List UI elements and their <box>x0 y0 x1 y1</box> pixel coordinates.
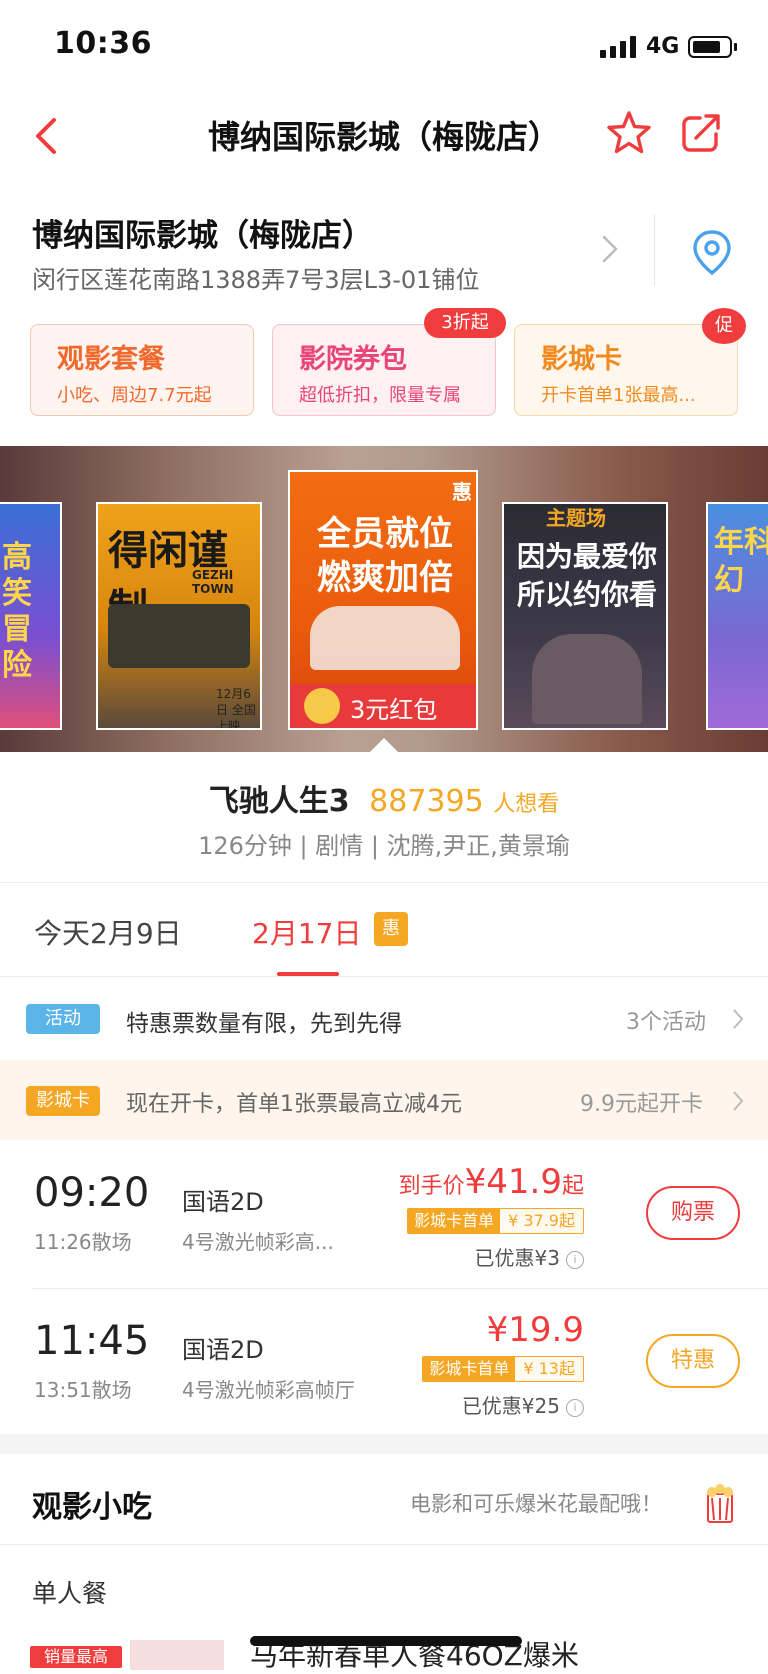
showtime-price: ¥19.9 <box>487 1310 584 1350</box>
activity-count[interactable]: 3个活动 <box>626 1004 706 1036</box>
showtime-end: 11:26散场 <box>34 1230 132 1254</box>
poster-movie-active[interactable]: 惠 全员就位 燃爽加倍 3元红包 <box>288 470 478 730</box>
card-price-value: ¥ 13起 <box>515 1357 583 1381</box>
card-price-label: 影城卡首单 <box>423 1357 516 1381</box>
promo-card-combo[interactable]: 观影套餐 小吃、周边7.7元起 <box>30 324 254 416</box>
showtime-start: 09:20 <box>34 1170 150 1216</box>
poster-movie-left[interactable]: 高笑冒险 <box>0 502 62 730</box>
movie-name: 飞驰人生3 <box>208 784 350 819</box>
showtime-language: 国语2D <box>182 1336 264 1364</box>
tab-date-today[interactable]: 今天2月9日 <box>34 912 182 952</box>
location-pin-icon[interactable] <box>690 228 734 276</box>
price-prefix: 到手价 <box>398 1174 465 1199</box>
poster-art <box>108 604 250 668</box>
poster-movie-gezhi[interactable]: 得闲谨制 GEZHI TOWN 12月6日 全国上映 <box>96 502 262 730</box>
home-indicator[interactable] <box>250 1636 522 1646</box>
divider <box>0 1544 768 1545</box>
open-card-link[interactable]: 9.9元起开卡 <box>580 1086 703 1118</box>
card-price-tag: 影城卡首单 ¥ 13起 <box>422 1356 584 1382</box>
divider <box>0 976 768 977</box>
poster-art <box>532 634 642 724</box>
snack-category: 单人餐 <box>32 1579 108 1608</box>
chevron-right-icon[interactable] <box>600 234 620 264</box>
price-value: ¥19.9 <box>486 1310 584 1350</box>
favorite-star-icon[interactable] <box>606 110 652 156</box>
snacks-tip: 电影和可乐爆米花最配哦！ <box>410 1492 662 1516</box>
promo-subtitle: 小吃、周边7.7元起 <box>57 385 212 406</box>
promo-card-membership[interactable]: 影城卡 开卡首单1张最高... <box>514 324 738 416</box>
poster-art <box>310 606 460 670</box>
redpacket-band: 3元红包 <box>290 684 476 728</box>
showtime-price: 到手价¥41.9起 <box>399 1162 584 1202</box>
info-icon[interactable]: i <box>566 1398 584 1417</box>
movie-title-line: 飞驰人生3 887395 人想看 <box>0 776 768 820</box>
best-seller-tag: 销量最高 <box>30 1646 122 1668</box>
date-discount-badge: 惠 <box>374 912 408 946</box>
showtime-hall: 4号激光帧彩高帧厅 <box>182 1378 355 1402</box>
snacks-title: 观影小吃 <box>32 1490 152 1525</box>
section-gap <box>0 1434 768 1454</box>
battery-tip <box>734 43 737 51</box>
showtime-start: 11:45 <box>34 1318 150 1364</box>
chevron-right-icon[interactable] <box>732 1008 744 1030</box>
discount-info: 已优惠¥3 i <box>475 1242 584 1271</box>
poster-movie-right[interactable]: 年科幻 <box>706 502 768 730</box>
showtime-hall: 4号激光帧彩高... <box>182 1230 334 1254</box>
card-price-label: 影城卡首单 <box>408 1209 501 1233</box>
poster-title: 高笑冒险 <box>2 540 32 683</box>
carousel-pointer <box>368 738 400 754</box>
status-time: 10:36 <box>54 26 152 61</box>
discount-info: 已优惠¥25 i <box>462 1390 584 1419</box>
price-value: ¥41.9 <box>464 1162 562 1202</box>
discount-text: 已优惠¥3 <box>474 1246 560 1270</box>
promo-title: 影城卡 <box>541 344 622 375</box>
special-ticket-button[interactable]: 特惠 <box>646 1334 740 1388</box>
promo-subtitle: 超低折扣，限量专属 <box>299 385 461 406</box>
divider <box>0 882 768 883</box>
cinema-name[interactable]: 博纳国际影城（梅陇店） <box>32 210 373 255</box>
membership-card-text: 现在开卡，首单1张票最高立减4元 <box>126 1092 462 1117</box>
divider <box>654 214 655 286</box>
movie-meta: 126分钟 | 剧情 | 沈腾,尹正,黄景瑜 <box>198 832 570 860</box>
discount-text: 已优惠¥25 <box>461 1394 560 1418</box>
divider <box>32 1288 768 1289</box>
poster-title: 全员就位 燃爽加倍 <box>317 514 453 598</box>
info-icon[interactable]: i <box>566 1250 584 1269</box>
popcorn-icon <box>707 1484 733 1523</box>
page-title: 博纳国际影城（梅陇店） <box>207 118 560 156</box>
redpacket-label: 3元红包 <box>350 696 438 724</box>
membership-card-tag: 影城卡 <box>26 1086 100 1116</box>
showtime-language: 国语2D <box>182 1188 264 1216</box>
promo-badge-sale: 促 <box>702 308 746 344</box>
promo-subtitle: 开卡首单1张最高... <box>541 385 696 406</box>
poster-title: 年科幻 <box>714 525 768 598</box>
promo-title: 影院券包 <box>299 344 407 375</box>
tab-date-selected[interactable]: 2月17日 <box>252 912 361 952</box>
showtime-end: 13:51散场 <box>34 1378 132 1402</box>
want-label: 人想看 <box>493 792 560 817</box>
card-price-tag: 影城卡首单 ¥ 37.9起 <box>407 1208 584 1234</box>
poster-subtitle: GEZHI TOWN <box>192 568 234 596</box>
snack-image[interactable] <box>130 1640 224 1670</box>
poster-movie-theme[interactable]: 主题场 因为最爱你 所以约你看 <box>502 502 668 730</box>
promo-title: 观影套餐 <box>57 344 165 375</box>
poster-date: 12月6日 全国上映 <box>216 687 256 730</box>
poster-title: 因为最爱你 所以约你看 <box>516 540 657 611</box>
want-count: 887395 <box>369 784 484 819</box>
network-label: 4G <box>646 34 680 59</box>
poster-label: 主题场 <box>546 506 606 530</box>
price-suffix: 起 <box>561 1174 584 1199</box>
chevron-right-icon[interactable] <box>732 1090 744 1112</box>
activity-tag: 活动 <box>26 1004 100 1034</box>
share-icon[interactable] <box>680 112 722 154</box>
card-price-value: ¥ 37.9起 <box>500 1209 583 1233</box>
promo-badge-discount: 3折起 <box>424 308 506 338</box>
cinema-address[interactable]: 闵行区莲花南路1388弄7号3层L3-01铺位 <box>32 260 479 295</box>
battery-icon <box>688 36 732 58</box>
activity-text: 特惠票数量有限，先到先得 <box>126 1011 402 1037</box>
buy-ticket-button[interactable]: 购票 <box>646 1186 740 1240</box>
signal-icon <box>600 36 636 58</box>
avatar-icon <box>304 688 340 724</box>
poster-badge: 惠 <box>452 480 472 504</box>
